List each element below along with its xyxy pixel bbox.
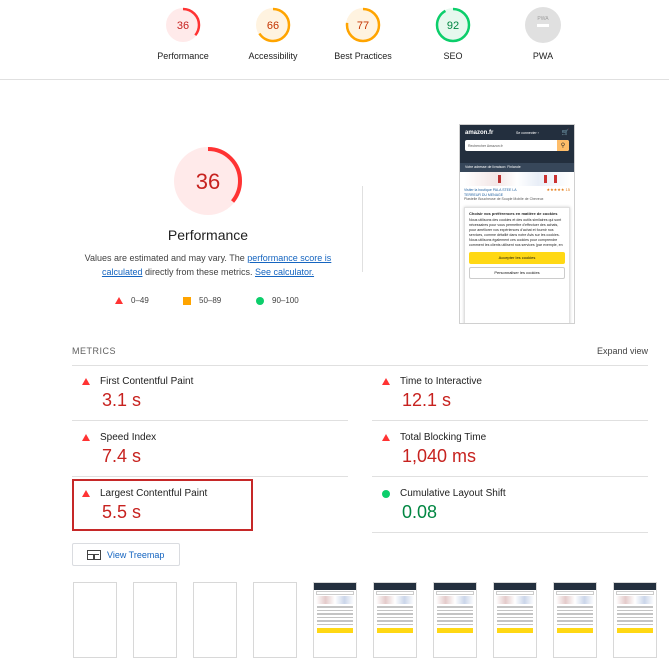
gauge-performance-label: Performance: [157, 51, 209, 61]
legend-average: 50–89: [183, 296, 221, 305]
description-text-mid: directly from these metrics.: [142, 267, 255, 277]
see-calculator-link[interactable]: See calculator.: [255, 267, 314, 277]
metric-label: First Contentful Paint: [100, 376, 194, 387]
accept-cookies-button: Accepter les cookies: [469, 251, 565, 264]
metric-first-contentful-paint: First Contentful Paint 3.1 s: [72, 376, 348, 411]
amazon-search-placeholder: Rechercher Amazon.fr: [468, 143, 503, 148]
amazon-logo: amazon.fr: [465, 129, 494, 136]
legend-fail-label: 0–49: [131, 296, 149, 305]
filmstrip-frame: [493, 582, 537, 658]
amazon-search-bar: Rechercher Amazon.fr ⚲: [465, 140, 569, 151]
metric-value: 12.1 s: [402, 390, 452, 410]
view-treemap-button[interactable]: View Treemap: [72, 543, 180, 566]
metric-label: Speed Index: [100, 432, 157, 443]
product-rating: ★★★★★ 15: [546, 187, 571, 192]
gauge-performance-score: 36: [177, 20, 189, 32]
metric-speed-index: Speed Index 7.4 s: [72, 432, 348, 467]
delivery-address: Votre adresse de livraison: Finlande: [460, 163, 574, 172]
filmstrip-frame: [613, 582, 657, 658]
metric-value: 3.1 s: [102, 390, 142, 410]
promo-banner: [464, 172, 570, 186]
gauge-accessibility-score: 66: [267, 20, 279, 32]
cookie-text: Nous utilisons des cookies et des outils…: [469, 217, 563, 247]
gauge-best-practices-label: Best Practices: [334, 51, 392, 61]
metric-row-divider: [72, 476, 348, 477]
fail-triangle-icon: [82, 378, 90, 385]
amazon-header: amazon.fr Se connecter › 🛒 Rechercher Am…: [460, 125, 574, 163]
average-square-icon: [183, 296, 191, 305]
metrics-divider: [72, 365, 648, 366]
gauge-accessibility-label: Accessibility: [248, 51, 298, 61]
metric-row-divider: [372, 532, 648, 533]
gauge-seo-label: SEO: [443, 51, 463, 61]
treemap-icon: [87, 549, 101, 560]
filmstrip-frame: [253, 582, 297, 658]
description-text: Values are estimated and may vary. The: [84, 253, 248, 263]
gauge-performance[interactable]: 36 Performance: [138, 6, 228, 61]
metric-total-blocking-time: Total Blocking Time 1,040 ms: [372, 432, 648, 467]
metric-row-divider: [372, 420, 648, 421]
gauge-seo[interactable]: 92 SEO: [408, 6, 498, 61]
filmstrip-frame: [73, 582, 117, 658]
gauge-pwa-label: PWA: [532, 51, 554, 61]
gauge-best-practices[interactable]: 77 Best Practices: [318, 6, 408, 61]
final-screenshot[interactable]: amazon.fr Se connecter › 🛒 Rechercher Am…: [459, 124, 575, 324]
metric-value: 1,040 ms: [402, 446, 477, 466]
cookie-dialog: Choisir vos préférences en matière de co…: [464, 206, 570, 323]
fail-triangle-icon: [82, 434, 90, 441]
metric-row-divider: [72, 420, 348, 421]
performance-main-score: 36: [196, 169, 220, 194]
account-link: Se connecter ›: [516, 130, 539, 135]
view-treemap-label: View Treemap: [107, 549, 165, 560]
cart-icon: 🛒: [561, 130, 569, 136]
customize-cookies-button: Personnaliser les cookies: [469, 266, 565, 279]
pass-circle-icon: [382, 489, 390, 498]
legend-pass: 90–100: [256, 296, 299, 305]
vertical-divider: [362, 186, 363, 272]
lcp-highlight-box: [72, 479, 253, 531]
gauge-pwa[interactable]: PWA PWA: [498, 6, 588, 61]
gauge-best-practices-ring: 77: [345, 7, 381, 43]
pass-circle-icon: [256, 296, 264, 305]
gauge-seo-ring: 92: [435, 7, 471, 43]
gauge-accessibility[interactable]: 66 Accessibility: [228, 6, 318, 61]
performance-main-gauge: 36: [174, 147, 242, 215]
expand-view-toggle[interactable]: Expand view: [597, 346, 648, 356]
metric-time-to-interactive: Time to Interactive 12.1 s: [372, 376, 648, 411]
gauge-pwa-badge-text: PWA: [537, 16, 549, 22]
gauge-best-practices-score: 77: [357, 20, 369, 32]
metric-row-divider: [372, 476, 648, 477]
metric-cumulative-layout-shift: Cumulative Layout Shift 0.08: [372, 488, 648, 523]
metric-label: Cumulative Layout Shift: [400, 488, 506, 499]
performance-title: Performance: [167, 227, 249, 243]
product-title: Visiter la boutique PALA STEE LA TERREUR…: [464, 188, 517, 197]
gauge-seo-score: 92: [447, 20, 459, 32]
product-info: ★★★★★ 15 Visiter la boutique PALA STEE L…: [460, 186, 574, 204]
pwa-badge-icon: PWA: [525, 7, 561, 43]
legend-fail: 0–49: [115, 296, 149, 305]
filmstrip-frame: [133, 582, 177, 658]
filmstrip-frame: [193, 582, 237, 658]
legend-average-label: 50–89: [199, 296, 222, 305]
performance-description: Values are estimated and may vary. The p…: [80, 251, 336, 279]
metric-value: 7.4 s: [102, 446, 142, 466]
filmstrip-frame: [313, 582, 357, 658]
gauge-accessibility-ring: 66: [255, 7, 291, 43]
product-subtitle: Plastelle Boucheuse de Souple Mobile de …: [464, 197, 544, 201]
search-icon: ⚲: [557, 140, 569, 151]
gauge-performance-ring: 36: [165, 7, 201, 43]
fail-triangle-icon: [115, 297, 123, 304]
fail-triangle-icon: [382, 434, 390, 441]
filmstrip-frame: [373, 582, 417, 658]
legend-pass-label: 90–100: [272, 296, 299, 305]
cookie-title: Choisir vos préférences en matière de co…: [469, 210, 558, 216]
metric-value: 0.08: [402, 502, 438, 522]
metric-label: Time to Interactive: [400, 376, 482, 387]
metrics-heading: METRICS: [72, 346, 116, 356]
filmstrip-frame: [553, 582, 597, 658]
filmstrip-frame: [433, 582, 477, 658]
fail-triangle-icon: [382, 378, 390, 385]
metric-label: Total Blocking Time: [400, 432, 487, 443]
category-gauges: 36 Performance 66 Accessibility 77 Best …: [0, 0, 669, 80]
